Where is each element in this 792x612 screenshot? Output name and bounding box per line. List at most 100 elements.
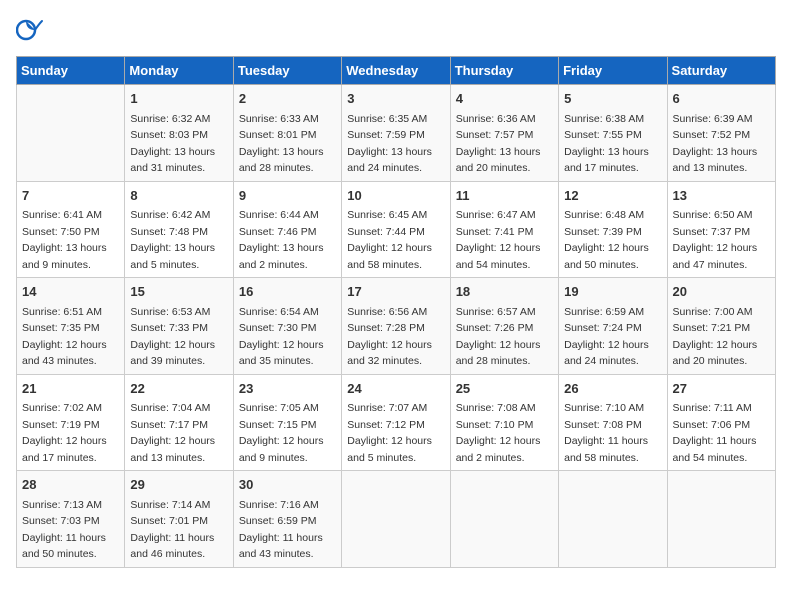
day-detail: Sunrise: 6:39 AMSunset: 7:52 PMDaylight:…	[673, 113, 758, 175]
page-header	[16, 16, 776, 44]
day-number: 25	[456, 379, 553, 399]
day-detail: Sunrise: 7:10 AMSunset: 7:08 PMDaylight:…	[564, 402, 648, 464]
header-day-thursday: Thursday	[450, 57, 558, 85]
day-number: 14	[22, 282, 119, 302]
day-number: 22	[130, 379, 227, 399]
day-number: 9	[239, 186, 336, 206]
day-detail: Sunrise: 7:13 AMSunset: 7:03 PMDaylight:…	[22, 499, 106, 561]
day-cell: 3 Sunrise: 6:35 AMSunset: 7:59 PMDaylight…	[342, 85, 450, 182]
day-detail: Sunrise: 7:04 AMSunset: 7:17 PMDaylight:…	[130, 402, 215, 464]
day-number: 20	[673, 282, 770, 302]
day-number: 21	[22, 379, 119, 399]
day-number: 6	[673, 89, 770, 109]
day-detail: Sunrise: 6:35 AMSunset: 7:59 PMDaylight:…	[347, 113, 432, 175]
day-cell: 2 Sunrise: 6:33 AMSunset: 8:01 PMDaylight…	[233, 85, 341, 182]
day-number: 4	[456, 89, 553, 109]
day-cell: 9Sunrise: 6:44 AMSunset: 7:46 PMDaylight…	[233, 181, 341, 278]
week-row-2: 7Sunrise: 6:41 AMSunset: 7:50 PMDaylight…	[17, 181, 776, 278]
day-cell: 13 Sunrise: 6:50 AMSunset: 7:37 PMDayligh…	[667, 181, 775, 278]
week-row-5: 28Sunrise: 7:13 AMSunset: 7:03 PMDayligh…	[17, 471, 776, 568]
day-cell: 19 Sunrise: 6:59 AMSunset: 7:24 PMDayligh…	[559, 278, 667, 375]
day-cell: 20 Sunrise: 7:00 AMSunset: 7:21 PMDayligh…	[667, 278, 775, 375]
day-cell: 16 Sunrise: 6:54 AMSunset: 7:30 PMDayligh…	[233, 278, 341, 375]
day-detail: Sunrise: 6:38 AMSunset: 7:55 PMDaylight:…	[564, 113, 649, 175]
day-cell: 10 Sunrise: 6:45 AMSunset: 7:44 PMDayligh…	[342, 181, 450, 278]
day-cell: 11 Sunrise: 6:47 AMSunset: 7:41 PMDayligh…	[450, 181, 558, 278]
day-detail: Sunrise: 7:11 AMSunset: 7:06 PMDaylight:…	[673, 402, 757, 464]
calendar-table: SundayMondayTuesdayWednesdayThursdayFrid…	[16, 56, 776, 568]
day-number: 27	[673, 379, 770, 399]
day-detail: Sunrise: 6:56 AMSunset: 7:28 PMDaylight:…	[347, 306, 432, 368]
day-number: 13	[673, 186, 770, 206]
day-number: 5	[564, 89, 661, 109]
day-detail: Sunrise: 6:45 AMSunset: 7:44 PMDaylight:…	[347, 209, 432, 271]
day-number: 12	[564, 186, 661, 206]
day-cell	[342, 471, 450, 568]
day-cell	[667, 471, 775, 568]
day-detail: Sunrise: 6:32 AMSunset: 8:03 PMDaylight:…	[130, 113, 215, 175]
day-cell: 8 Sunrise: 6:42 AMSunset: 7:48 PMDaylight…	[125, 181, 233, 278]
day-cell: 25 Sunrise: 7:08 AMSunset: 7:10 PMDayligh…	[450, 374, 558, 471]
day-cell: 7Sunrise: 6:41 AMSunset: 7:50 PMDaylight…	[17, 181, 125, 278]
day-detail: Sunrise: 6:59 AMSunset: 7:24 PMDaylight:…	[564, 306, 649, 368]
day-number: 24	[347, 379, 444, 399]
day-detail: Sunrise: 6:51 AMSunset: 7:35 PMDaylight:…	[22, 306, 107, 368]
day-detail: Sunrise: 7:02 AMSunset: 7:19 PMDaylight:…	[22, 402, 107, 464]
day-cell: 28Sunrise: 7:13 AMSunset: 7:03 PMDayligh…	[17, 471, 125, 568]
day-detail: Sunrise: 6:53 AMSunset: 7:33 PMDaylight:…	[130, 306, 215, 368]
day-detail: Sunrise: 6:36 AMSunset: 7:57 PMDaylight:…	[456, 113, 541, 175]
week-row-3: 14 Sunrise: 6:51 AMSunset: 7:35 PMDayligh…	[17, 278, 776, 375]
day-cell: 6 Sunrise: 6:39 AMSunset: 7:52 PMDaylight…	[667, 85, 775, 182]
header-day-sunday: Sunday	[17, 57, 125, 85]
header-day-friday: Friday	[559, 57, 667, 85]
day-number: 19	[564, 282, 661, 302]
day-detail: Sunrise: 6:42 AMSunset: 7:48 PMDaylight:…	[130, 209, 215, 271]
day-cell	[17, 85, 125, 182]
day-cell: 22 Sunrise: 7:04 AMSunset: 7:17 PMDayligh…	[125, 374, 233, 471]
day-number: 11	[456, 186, 553, 206]
day-number: 8	[130, 186, 227, 206]
day-detail: Sunrise: 6:47 AMSunset: 7:41 PMDaylight:…	[456, 209, 541, 271]
day-detail: Sunrise: 6:50 AMSunset: 7:37 PMDaylight:…	[673, 209, 758, 271]
day-number: 10	[347, 186, 444, 206]
day-cell: 4 Sunrise: 6:36 AMSunset: 7:57 PMDaylight…	[450, 85, 558, 182]
day-number: 2	[239, 89, 336, 109]
day-detail: Sunrise: 7:05 AMSunset: 7:15 PMDaylight:…	[239, 402, 324, 464]
day-detail: Sunrise: 7:16 AMSunset: 6:59 PMDaylight:…	[239, 499, 323, 561]
day-number: 16	[239, 282, 336, 302]
day-detail: Sunrise: 6:57 AMSunset: 7:26 PMDaylight:…	[456, 306, 541, 368]
logo-icon	[16, 16, 44, 44]
logo	[16, 16, 46, 44]
calendar-header: SundayMondayTuesdayWednesdayThursdayFrid…	[17, 57, 776, 85]
day-cell: 12 Sunrise: 6:48 AMSunset: 7:39 PMDayligh…	[559, 181, 667, 278]
day-cell: 26 Sunrise: 7:10 AMSunset: 7:08 PMDayligh…	[559, 374, 667, 471]
header-day-saturday: Saturday	[667, 57, 775, 85]
day-cell: 29Sunrise: 7:14 AMSunset: 7:01 PMDayligh…	[125, 471, 233, 568]
day-detail: Sunrise: 6:48 AMSunset: 7:39 PMDaylight:…	[564, 209, 649, 271]
day-detail: Sunrise: 7:00 AMSunset: 7:21 PMDaylight:…	[673, 306, 758, 368]
day-number: 23	[239, 379, 336, 399]
day-detail: Sunrise: 7:08 AMSunset: 7:10 PMDaylight:…	[456, 402, 541, 464]
day-cell: 18Sunrise: 6:57 AMSunset: 7:26 PMDayligh…	[450, 278, 558, 375]
day-number: 15	[130, 282, 227, 302]
day-cell: 17 Sunrise: 6:56 AMSunset: 7:28 PMDayligh…	[342, 278, 450, 375]
day-cell: 27 Sunrise: 7:11 AMSunset: 7:06 PMDayligh…	[667, 374, 775, 471]
day-detail: Sunrise: 6:33 AMSunset: 8:01 PMDaylight:…	[239, 113, 324, 175]
day-cell: 21 Sunrise: 7:02 AMSunset: 7:19 PMDayligh…	[17, 374, 125, 471]
week-row-1: 1 Sunrise: 6:32 AMSunset: 8:03 PMDaylight…	[17, 85, 776, 182]
day-detail: Sunrise: 6:54 AMSunset: 7:30 PMDaylight:…	[239, 306, 324, 368]
day-cell: 1 Sunrise: 6:32 AMSunset: 8:03 PMDaylight…	[125, 85, 233, 182]
day-number: 17	[347, 282, 444, 302]
day-cell: 5 Sunrise: 6:38 AMSunset: 7:55 PMDaylight…	[559, 85, 667, 182]
day-cell: 15 Sunrise: 6:53 AMSunset: 7:33 PMDayligh…	[125, 278, 233, 375]
day-number: 1	[130, 89, 227, 109]
header-day-tuesday: Tuesday	[233, 57, 341, 85]
header-day-wednesday: Wednesday	[342, 57, 450, 85]
day-number: 7	[22, 186, 119, 206]
day-cell: 30Sunrise: 7:16 AMSunset: 6:59 PMDayligh…	[233, 471, 341, 568]
day-cell	[559, 471, 667, 568]
day-number: 26	[564, 379, 661, 399]
day-cell: 14 Sunrise: 6:51 AMSunset: 7:35 PMDayligh…	[17, 278, 125, 375]
day-number: 3	[347, 89, 444, 109]
header-day-monday: Monday	[125, 57, 233, 85]
